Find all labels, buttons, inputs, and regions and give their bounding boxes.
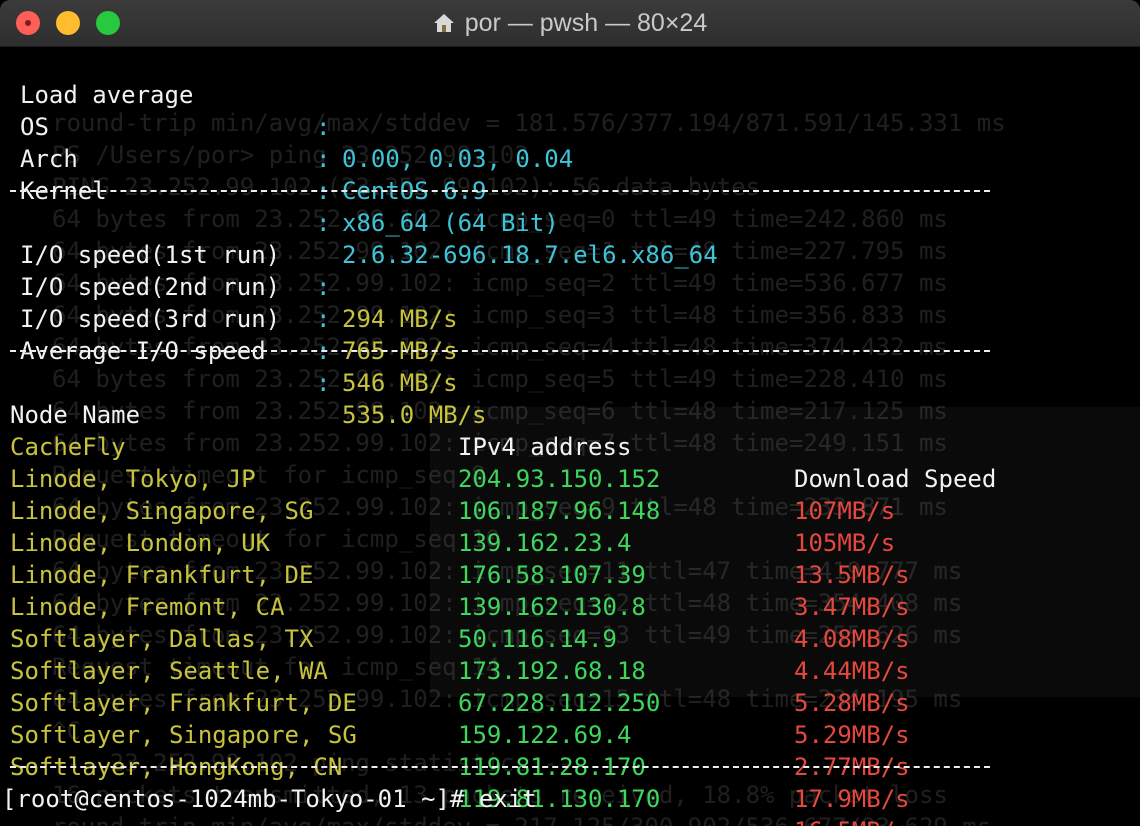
table-row: Softlayer, Dallas, TX 173.192.68.18 5.28… xyxy=(0,591,910,717)
info-row-kernel: Kernel : 2.6.32-696.18.7.el6.x86_64 xyxy=(10,143,718,269)
info-row-os: OS : CentOS 6.9 xyxy=(10,79,487,205)
table-header: Node Name IPv4 address Download Speed xyxy=(0,367,996,493)
separator-line xyxy=(10,350,990,352)
io-colon: : xyxy=(316,305,331,333)
info-row-arch: Arch : x86_64 (64 Bit) xyxy=(10,111,559,237)
table-row: Softlayer, Seattle, WA 67.228.112.250 5.… xyxy=(0,623,910,749)
io-row-3: I/O speed(3rd run) : 546 MB/s xyxy=(10,271,458,397)
node-ip: 173.192.68.18 xyxy=(458,657,646,685)
window-title-wrap: por — pwsh — 80×24 xyxy=(0,0,1140,46)
window-title: por — pwsh — 80×24 xyxy=(464,8,708,37)
io-row-2: I/O speed(2nd run) : 765 MB/s xyxy=(10,239,458,365)
node-speed: 17.9MB/s xyxy=(794,785,910,813)
io-row-avg: Average I/O speed : 535.0 MB/s xyxy=(10,303,487,429)
table-row: CacheFly 204.93.150.152 107MB/s xyxy=(0,399,895,525)
node-ip: 106.187.96.148 xyxy=(458,497,661,525)
info-value: x86_64 (64 Bit) xyxy=(342,209,559,237)
header-ipv4: IPv4 address xyxy=(458,433,632,461)
node-ip: 204.93.150.152 xyxy=(458,465,661,493)
table-row: Softlayer, HongKong, CN 119.81.130.170 1… xyxy=(0,719,910,826)
node-speed: 5.29MB/s xyxy=(794,721,910,749)
terminal-window: por — pwsh — 80×24 round-trip min/avg/ma… xyxy=(0,0,1140,826)
node-speed: 13.5MB/s xyxy=(794,561,910,589)
table-row: Linode, Frankfurt, DE 139.162.130.8 4.08… xyxy=(0,527,910,653)
table-row: Linode, Singapore, SG 139.162.23.4 13.5M… xyxy=(0,463,910,589)
table-row: Linode, London, UK 176.58.107.39 3.47MB/… xyxy=(0,495,910,621)
info-colon: : xyxy=(316,209,331,237)
node-speed: 3.47MB/s xyxy=(794,593,910,621)
title-bar[interactable]: por — pwsh — 80×24 xyxy=(0,0,1140,47)
io-value: 535.0 MB/s xyxy=(342,401,487,429)
node-ip: 176.58.107.39 xyxy=(458,561,646,589)
io-value: 546 MB/s xyxy=(342,369,458,397)
info-row-load: Load average : 0.00, 0.03, 0.04 xyxy=(10,47,573,173)
table-row: Linode, Tokyo, JP 106.187.96.148 105MB/s xyxy=(0,431,895,557)
node-speed: 105MB/s xyxy=(794,529,896,557)
node-speed: 5.28MB/s xyxy=(794,689,910,717)
io-colon: : xyxy=(316,369,331,397)
node-ip: 139.162.130.8 xyxy=(458,593,646,621)
node-speed: 4.44MB/s xyxy=(794,657,910,685)
table-row: Linode, Fremont, CA 50.116.14.9 4.44MB/s xyxy=(0,559,910,685)
terminal-content[interactable]: round-trip min/avg/max/stddev = 181.576/… xyxy=(0,47,1140,826)
separator-line xyxy=(10,190,990,192)
info-value: 0.00, 0.03, 0.04 xyxy=(342,145,574,173)
info-colon: : xyxy=(316,145,331,173)
table-row: Softlayer, Singapore, SG 119.81.28.170 1… xyxy=(0,687,910,813)
separator-line xyxy=(10,766,990,768)
io-colon: : xyxy=(316,273,331,301)
node-speed: 107MB/s xyxy=(794,497,896,525)
node-ip: 67.228.112.250 xyxy=(458,689,661,717)
info-colon: : xyxy=(316,113,331,141)
table-row: Softlayer, Frankfurt, DE 159.122.69.4 2.… xyxy=(0,655,910,781)
header-download-speed: Download Speed xyxy=(794,465,997,493)
node-speed: 16.5MB/s xyxy=(794,815,910,826)
io-row-1: I/O speed(1st run) : 294 MB/s xyxy=(10,207,458,333)
node-ip: 139.162.23.4 xyxy=(458,529,632,557)
home-folder-icon xyxy=(433,14,454,32)
node-ip: 159.122.69.4 xyxy=(458,721,632,749)
node-ip: 50.116.14.9 xyxy=(458,625,617,653)
io-value: 294 MB/s xyxy=(342,305,458,333)
shell-prompt[interactable]: [root@centos-1024mb-Tokyo-01 ~]# exit xyxy=(2,783,537,815)
info-value: 2.6.32-696.18.7.el6.x86_64 xyxy=(342,241,718,269)
node-speed: 4.08MB/s xyxy=(794,625,910,653)
